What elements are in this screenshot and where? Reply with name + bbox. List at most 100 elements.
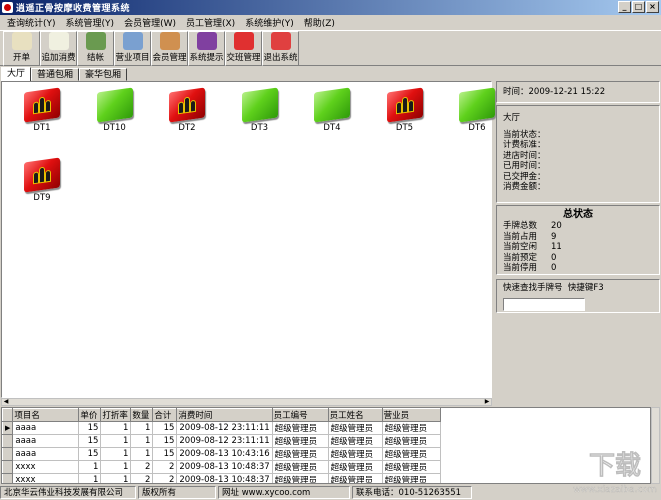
toolbar-button-2[interactable]: 结帐 (77, 31, 114, 66)
column-header[interactable]: 营业员 (381, 408, 441, 422)
toolbar-button-4[interactable]: 会员管理 (151, 31, 188, 66)
menu-member-manage[interactable]: 会员管理(W) (119, 16, 181, 29)
status-company: 北京华云伟业科技发展有限公司 (0, 486, 136, 499)
tab-hall[interactable]: 大厅 (1, 67, 32, 81)
toolbar-button-label: 交班管理 (226, 53, 261, 63)
table-cell: 超级管理员 (328, 421, 383, 435)
toolbar-button-1[interactable]: 追加消费 (40, 31, 77, 66)
occupied-room-icon (169, 87, 205, 123)
card-number-input[interactable] (503, 297, 585, 311)
table-cell: 15 (152, 447, 178, 461)
pencil-icon (11, 32, 32, 50)
toolbar-button-5[interactable]: 系统提示 (188, 31, 225, 66)
free-room-icon (459, 87, 495, 123)
table-cell: 2 (130, 473, 154, 483)
tab-deluxe-room[interactable]: 豪华包厢 (79, 68, 128, 81)
toolbar-button-label: 退出系统 (263, 53, 298, 63)
summary-title: 总状态 (563, 209, 593, 220)
room-dt9[interactable]: DT9 (20, 157, 64, 203)
column-header[interactable]: 数量 (130, 408, 154, 422)
row-indicator (2, 473, 14, 483)
status-phone: 联系电话：010-51263551 (352, 486, 472, 499)
table-cell: 1 (78, 473, 102, 483)
row-indicator-header (2, 408, 14, 422)
close-button[interactable]: × (646, 1, 659, 13)
table-cell: xxxx (12, 460, 80, 474)
column-header[interactable]: 单价 (78, 408, 102, 422)
room-dt4[interactable]: DT4 (310, 87, 354, 133)
summary-row: 当前预定 0 (503, 253, 653, 264)
toolbar-button-label: 系统提示 (189, 53, 224, 63)
room-dt3[interactable]: DT3 (238, 87, 282, 133)
summary-label: 当前空闲 (503, 242, 538, 252)
room-dt10[interactable]: DT10 (93, 87, 137, 133)
column-header[interactable]: 员工姓名 (327, 408, 383, 422)
table-cell: aaaa (12, 447, 80, 461)
room-dt6[interactable]: DT6 (455, 87, 499, 133)
free-room-icon (241, 87, 278, 123)
room-dt2[interactable]: DT2 (165, 87, 209, 133)
table-row[interactable]: xxxx 1 1 2 2 2009-08-13 10:48:37 超级管理员 超级管理员 超级管… (2, 460, 441, 474)
summary-label: 当前预定 (503, 252, 538, 263)
row-indicator (2, 447, 14, 461)
toolbar-button-0[interactable]: 开单 (3, 31, 40, 66)
menu-staff-manage[interactable]: 员工管理(X) (181, 16, 240, 29)
status-bar: 北京华云伟业科技发展有限公司 版权所有 网址 www.xycoo.com 联系电… (0, 485, 661, 500)
menu-system-manage[interactable]: 系统管理(Y) (61, 16, 120, 29)
table-cell: 超级管理员 (382, 460, 441, 474)
info-icon (196, 32, 217, 50)
toolbar-button-7[interactable]: 退出系统 (262, 31, 299, 66)
title-bar: 逍遥正骨按摩收费管理系统 _ □ × (0, 0, 661, 15)
table-cell: 1 (100, 421, 132, 435)
table-row[interactable]: aaaa 15 1 1 15 2009-08-12 23:11:11 超级管理员 超级管理员超… (2, 434, 441, 448)
occupied-room-icon (24, 87, 60, 123)
menu-system-maintain[interactable]: 系统维护(Y) (240, 16, 299, 29)
toolbar-button-3[interactable]: 营业项目 (114, 31, 151, 66)
table-cell: aaaa (12, 434, 80, 448)
free-room-icon (96, 87, 133, 123)
menu-query-stats[interactable]: 查询统计(Y) (2, 16, 61, 29)
room-name: DT10 (103, 123, 126, 133)
table-row[interactable]: xxxx 1 1 2 2 2009-08-13 10:48:37 超级管理员 超级管理员 超级管… (2, 473, 441, 483)
table-cell: 超级管理员 (328, 434, 383, 448)
menu-help[interactable]: 帮助(Z) (299, 16, 340, 29)
toolbar-button-label: 会员管理 (152, 53, 187, 63)
summary-value: 20 (551, 221, 562, 231)
table-cell: 2009-08-13 10:48:37 (176, 473, 273, 483)
table-row[interactable]: aaaa 15 1 1 15 2009-08-13 10:43:16 超级管理员 超级管理员超… (2, 447, 441, 461)
document-edit-icon (48, 32, 69, 50)
table-cell: 2009-08-12 23:11:11 (176, 421, 273, 435)
room-dt5[interactable]: DT5 (383, 87, 427, 133)
column-header[interactable]: 消费时间 (176, 408, 273, 422)
users-icon (159, 32, 180, 50)
summary-value: 0 (551, 252, 557, 263)
room-name: DT1 (33, 123, 51, 133)
table-row[interactable]: ▶ aaaa 15 1 1 15 2009-08-12 23:11:11 超级管理员 超级管理员… (2, 421, 441, 435)
maximize-button[interactable]: □ (632, 1, 645, 13)
info-panel: 时间：2009-12-21 15:22 大厅 当前状态： 计费标准： 进店时间：… (496, 81, 660, 406)
column-header[interactable]: 合计 (152, 408, 178, 422)
minimize-button[interactable]: _ (618, 1, 631, 13)
column-header[interactable]: 员工编号 (271, 408, 329, 422)
tab-standard-room[interactable]: 普通包厢 (31, 68, 80, 81)
table-cell: 15 (78, 434, 102, 448)
money-bag-icon (85, 32, 106, 50)
summary-row: 手牌总数 20 (503, 221, 653, 232)
summary-box: 总状态 手牌总数 20 当前占用 9 当前空闲 11 当前预定 0 当前停用 0 (496, 205, 660, 275)
column-header[interactable]: 项目名 (12, 408, 80, 422)
summary-value: 9 (551, 231, 557, 242)
room-panel: DT1 DT10 DT2 DT3 DT4 DT5 DT6 DT9 (1, 81, 495, 398)
column-header[interactable]: 打折率 (100, 408, 132, 422)
svg-text:www.xiazaiba.com: www.xiazaiba.com (573, 485, 657, 495)
scroll-left-icon[interactable]: ◀ (2, 399, 10, 405)
table-cell: 15 (78, 421, 102, 435)
toolbar-button-6[interactable]: 交班管理 (225, 31, 262, 66)
table-cell: 15 (78, 447, 102, 461)
table-cell: 1 (130, 421, 154, 435)
room-dt1[interactable]: DT1 (20, 87, 64, 133)
table-cell: 2 (130, 460, 154, 474)
scroll-right-icon[interactable]: ▶ (483, 399, 491, 405)
no-entry-icon (270, 32, 291, 50)
horizontal-scrollbar[interactable]: ◀ ▶ (1, 398, 492, 406)
table-cell: 2 (152, 473, 178, 483)
